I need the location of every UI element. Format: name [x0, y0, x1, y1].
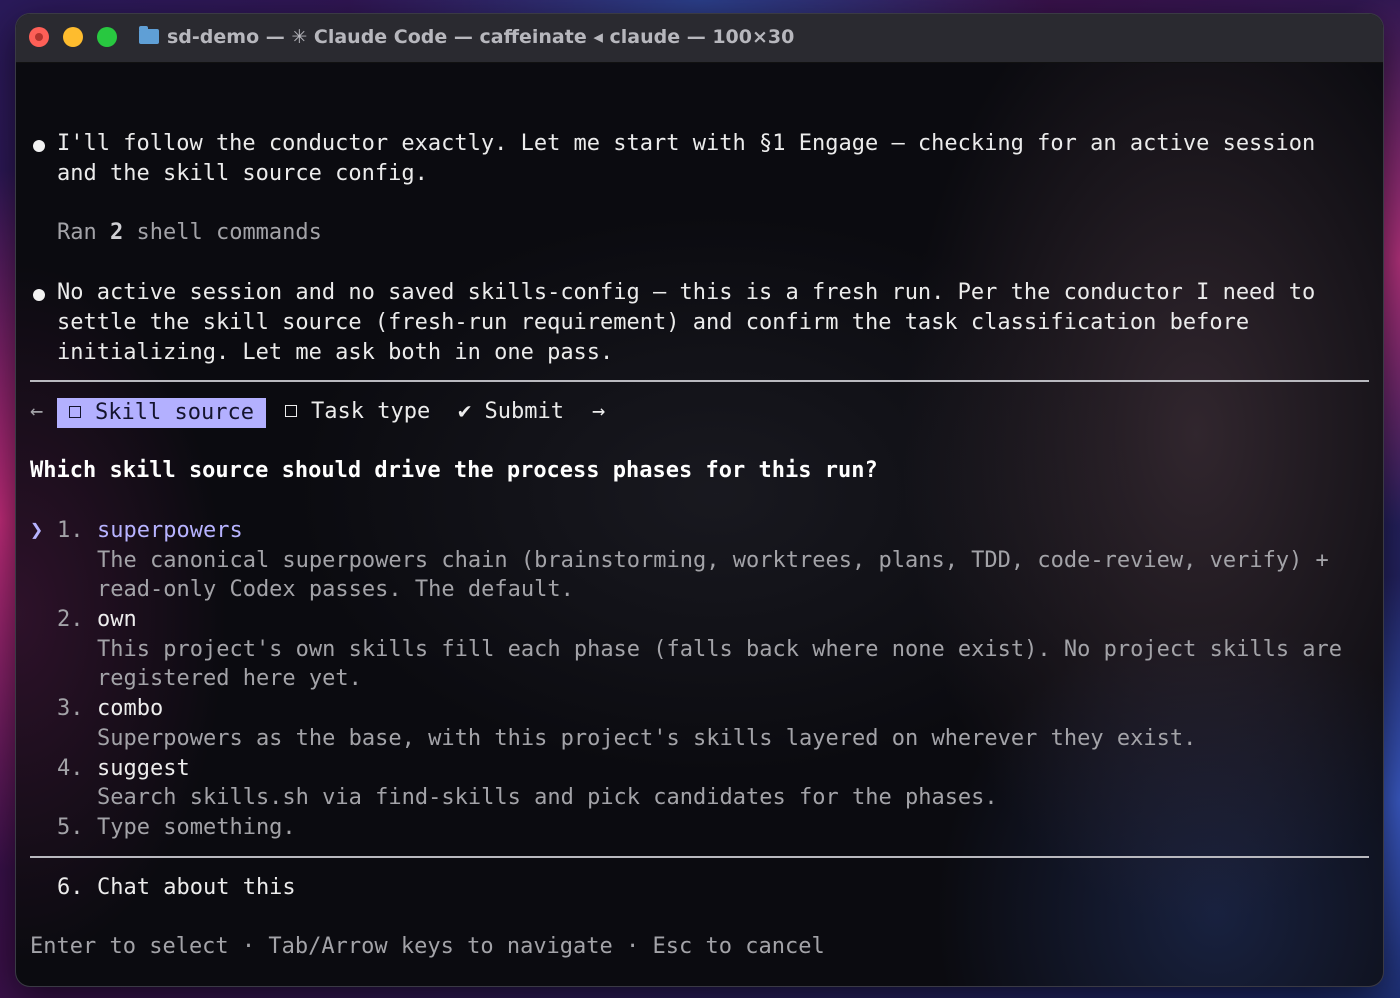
zoom-button[interactable] [97, 27, 117, 47]
tab-next-arrow[interactable]: → [592, 397, 605, 427]
question-heading: Which skill source should drive the proc… [30, 458, 878, 483]
tab-task-type[interactable]: Task type [285, 397, 430, 427]
check-icon: ✔ [458, 399, 472, 424]
tab-skill-source[interactable]: Skill source [57, 398, 266, 428]
ran-count: 2 [109, 220, 124, 245]
option-description: The canonical superpowers chain (brainst… [97, 548, 1329, 573]
message-text: I'll follow the conductor exactly. Let m… [57, 131, 1316, 156]
option-suggest[interactable]: suggest [97, 754, 190, 784]
tab-label: Task type [311, 399, 431, 424]
window-title: sd-demo — ✳ Claude Code — caffeinate ◂ c… [167, 26, 795, 48]
selection-caret-icon: ❯ [30, 518, 44, 543]
option-number: 3. [57, 696, 84, 721]
terminal-content[interactable]: I'll follow the conductor exactly. Let m… [30, 62, 1369, 986]
message-bullet [33, 289, 45, 301]
divider [30, 380, 1369, 382]
close-button[interactable] [29, 27, 49, 47]
message-text: initializing. Let me ask both in one pas… [57, 340, 614, 365]
ran-suffix: shell commands [123, 220, 322, 245]
tab-prev-arrow[interactable]: ← [30, 397, 43, 427]
message-bullet [33, 140, 45, 152]
option-number: 5. [57, 815, 84, 840]
message-text: settle the skill source (fresh-run requi… [57, 310, 1250, 335]
option-description: Superpowers as the base, with this proje… [97, 726, 1197, 751]
option-description: read-only Codex passes. The default. [97, 577, 574, 602]
checkbox-icon [69, 406, 81, 418]
folder-icon [139, 26, 159, 44]
option-number: 1. [57, 518, 84, 543]
tab-submit[interactable]: ✔ Submit [458, 397, 564, 427]
option-superpowers[interactable]: superpowers [97, 516, 243, 546]
keyboard-hints: Enter to select · Tab/Arrow keys to navi… [30, 934, 825, 959]
terminal-window: sd-demo — ✳ Claude Code — caffeinate ◂ c… [16, 14, 1383, 986]
option-chat-about-this[interactable]: Chat about this [97, 873, 296, 903]
option-number: 4. [57, 756, 84, 781]
ran-prefix: Ran [57, 220, 110, 245]
tab-label: Skill source [95, 400, 254, 425]
option-combo[interactable]: combo [97, 694, 163, 724]
message-text: and the skill source config. [57, 161, 428, 186]
option-description: registered here yet. [97, 666, 362, 691]
title-bar[interactable]: sd-demo — ✳ Claude Code — caffeinate ◂ c… [16, 14, 1383, 63]
ran-commands-summary[interactable]: Ran 2 shell commands [57, 218, 322, 248]
option-number: 2. [57, 607, 84, 632]
option-own[interactable]: own [97, 605, 137, 635]
tab-label: Submit [484, 399, 564, 424]
option-description: Search skills.sh via find-skills and pic… [97, 785, 998, 810]
option-description: This project's own skills fill each phas… [97, 637, 1343, 662]
checkbox-icon [285, 405, 297, 417]
divider [30, 856, 1369, 858]
message-text: No active session and no saved skills-co… [57, 280, 1316, 305]
option-type-something[interactable]: Type something. [97, 813, 296, 843]
option-number: 6. [57, 875, 84, 900]
minimize-button[interactable] [63, 27, 83, 47]
